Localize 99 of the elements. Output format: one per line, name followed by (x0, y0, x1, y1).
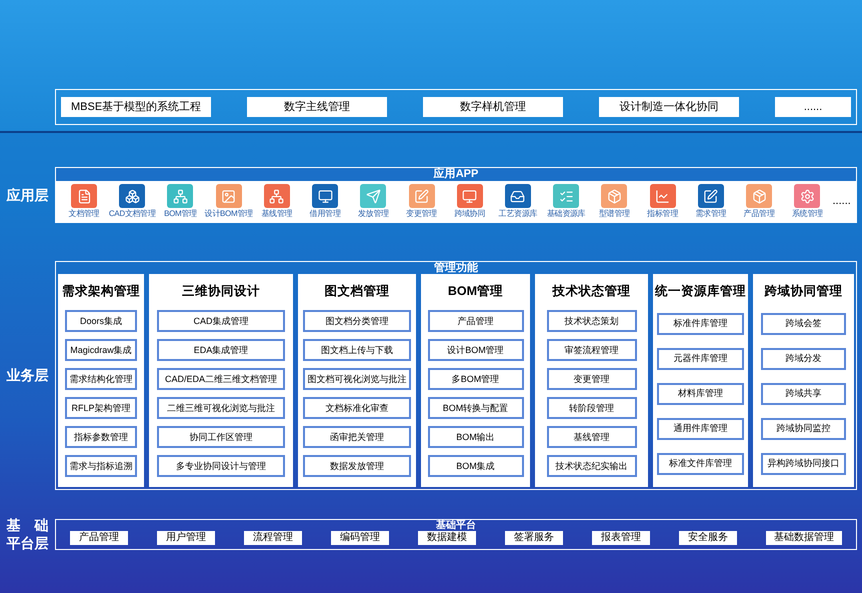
edit-icon[interactable] (698, 184, 724, 208)
function-item[interactable]: 多BOM管理 (428, 368, 524, 390)
service-label: 数据建模 (418, 530, 476, 544)
app-label[interactable]: 系统管理 (792, 208, 823, 219)
service-label: 安全服务 (679, 530, 737, 544)
more-label: ...... (832, 194, 851, 210)
monitor-icon[interactable] (312, 184, 338, 208)
app-label[interactable]: 工艺资源库 (498, 208, 538, 219)
panel-title: 基础平台 (435, 520, 477, 530)
app-label[interactable]: 指标管理 (647, 208, 678, 219)
function-item[interactable]: 异构跨域协同接口 (761, 452, 846, 475)
monitor-icon[interactable] (456, 184, 483, 208)
function-item[interactable]: 指标参数管理 (65, 426, 137, 448)
function-item[interactable]: CAD集成管理 (157, 310, 285, 332)
list-icon[interactable] (553, 184, 580, 208)
service-label: 用户管理 (157, 530, 215, 544)
layer-label: 业务层 (6, 366, 50, 385)
card-title: 统一资源库管理 (655, 283, 746, 300)
service-label: 产品管理 (70, 530, 128, 544)
service-label: 签署服务 (505, 530, 563, 544)
app-label[interactable]: 设计BOM管理 (204, 208, 253, 219)
service-label: 流程管理 (244, 530, 302, 544)
function-item[interactable]: 跨域共享 (761, 382, 846, 405)
app-label[interactable]: CAD文档管理 (108, 208, 156, 219)
card-title: 技术状态管理 (552, 283, 630, 300)
layer-label: 基 础 平台层 (6, 516, 50, 552)
app-label[interactable]: 型谱管理 (599, 208, 630, 219)
app-label[interactable]: 产品管理 (744, 208, 774, 219)
function-item[interactable]: 标准件库管理 (657, 313, 744, 336)
function-item[interactable]: 需求与指标追溯 (65, 455, 137, 478)
panel-title: 应用APP (56, 168, 856, 181)
app-label[interactable]: 借用管理 (310, 208, 340, 219)
function-item[interactable]: 基线管理 (546, 426, 636, 448)
hierarchy-icon[interactable] (264, 184, 290, 208)
inbox-icon[interactable] (504, 184, 531, 208)
app-label[interactable]: 基础资源库 (546, 208, 586, 219)
module-label: MBSE基于模型的系统工程 (61, 97, 212, 117)
function-item[interactable]: 产品管理 (428, 310, 524, 332)
function-item[interactable]: 通用件库管理 (657, 418, 744, 440)
image-icon[interactable] (216, 184, 242, 208)
settings-icon[interactable] (794, 184, 820, 208)
module-label: 设计制造一体化协同 (599, 97, 740, 117)
function-item[interactable]: 审签流程管理 (546, 339, 636, 362)
function-item[interactable]: Magicdraw集成 (65, 339, 137, 362)
function-item[interactable]: 跨域会签 (761, 313, 846, 336)
function-item[interactable]: 标准文件库管理 (657, 452, 744, 475)
function-item[interactable]: RFLP架构管理 (65, 397, 137, 420)
function-item[interactable]: CAD/EDA二维三维文档管理 (157, 368, 285, 390)
document-icon[interactable] (71, 184, 97, 208)
function-item[interactable]: 设计BOM管理 (428, 339, 524, 362)
service-label: 报表管理 (592, 530, 650, 544)
function-item[interactable]: 多专业协同设计与管理 (157, 455, 285, 478)
paper-plane-icon[interactable] (360, 184, 386, 208)
function-item[interactable]: 技术状态策划 (546, 310, 636, 332)
card-title: 三维协同设计 (182, 283, 260, 300)
card-title: 需求架构管理 (62, 283, 140, 300)
package-icon[interactable] (601, 184, 628, 208)
function-item[interactable]: 技术状态纪实输出 (546, 455, 636, 478)
function-item[interactable]: 图文档上传与下载 (303, 339, 411, 362)
function-item[interactable]: 协同工作区管理 (157, 426, 285, 448)
function-item[interactable]: 跨域分发 (761, 348, 846, 370)
function-item[interactable]: 需求结构化管理 (65, 368, 137, 390)
function-item[interactable]: 二维三维可视化浏览与批注 (157, 397, 285, 420)
function-item[interactable]: 元器件库管理 (657, 348, 744, 370)
card-title: BOM管理 (448, 283, 504, 300)
function-item[interactable]: Doors集成 (65, 310, 137, 332)
service-label: 编码管理 (331, 530, 389, 544)
function-item[interactable]: 材料库管理 (657, 382, 744, 405)
panel-title: 管理功能 (433, 262, 479, 274)
module-label: 数字主线管理 (247, 97, 388, 117)
function-item[interactable]: 数据发放管理 (303, 455, 411, 478)
app-label[interactable]: 发放管理 (358, 208, 389, 219)
function-item[interactable]: EDA集成管理 (157, 339, 285, 362)
app-label[interactable]: 基线管理 (261, 208, 292, 219)
module-label: ...... (775, 97, 851, 117)
app-label[interactable]: 文档管理 (68, 208, 100, 219)
app-label[interactable]: BOM管理 (164, 208, 197, 219)
function-item[interactable]: 转阶段管理 (546, 397, 636, 420)
function-item[interactable]: 变更管理 (546, 368, 636, 390)
function-item[interactable]: 图文档分类管理 (303, 310, 411, 332)
function-item[interactable]: 函审把关管理 (303, 426, 411, 448)
function-item[interactable]: 跨域协同监控 (761, 418, 846, 440)
cubes-icon[interactable] (119, 184, 146, 208)
app-label[interactable]: 变更管理 (406, 208, 437, 219)
function-item[interactable]: BOM转换与配置 (428, 397, 524, 420)
hierarchy-icon[interactable] (167, 184, 194, 208)
card-title: 跨域协同管理 (764, 283, 842, 300)
module-label: 数字样机管理 (423, 97, 564, 117)
app-label[interactable]: 需求管理 (695, 208, 726, 219)
function-item[interactable]: 图文档可视化浏览与批注 (303, 368, 411, 390)
layer-label: 应用层 (5, 186, 50, 204)
card-title: 图文档管理 (324, 283, 390, 300)
chart-icon[interactable] (650, 184, 676, 208)
package-icon[interactable] (746, 184, 772, 208)
function-item[interactable]: 文档标准化审查 (303, 397, 411, 420)
service-label: 基础数据管理 (766, 530, 842, 544)
function-item[interactable]: BOM输出 (428, 426, 524, 448)
function-item[interactable]: BOM集成 (428, 455, 524, 478)
app-label[interactable]: 跨域协同 (454, 208, 486, 219)
